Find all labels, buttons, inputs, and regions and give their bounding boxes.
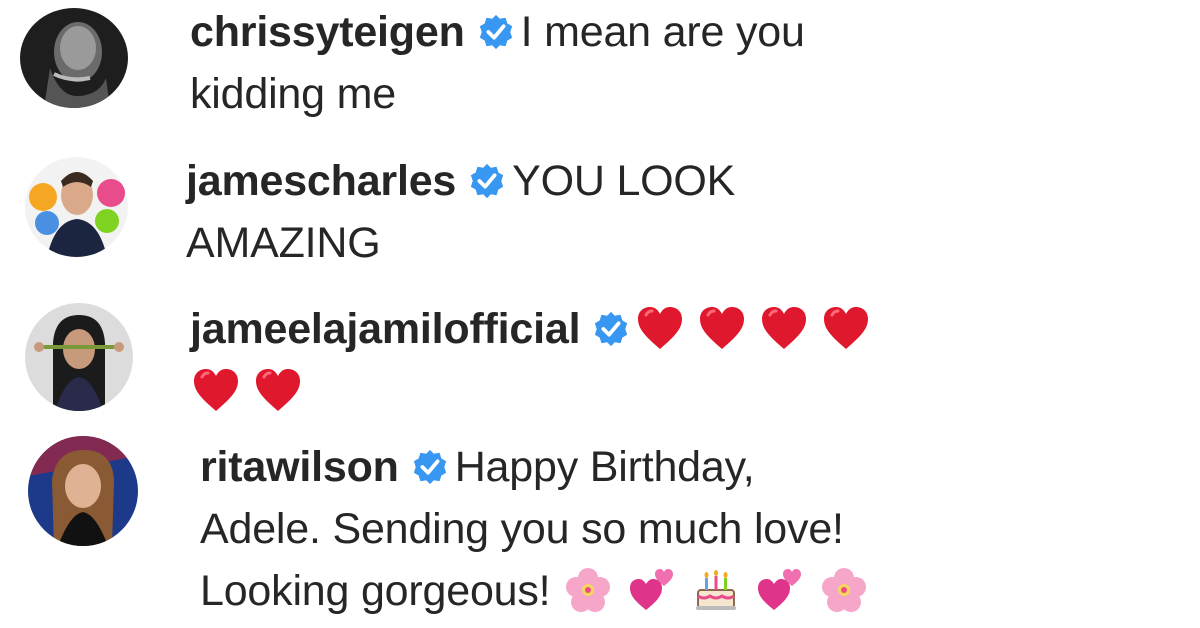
red-heart-icon <box>698 305 746 351</box>
red-heart-icon <box>636 305 684 351</box>
username[interactable]: jameelajamilofficial <box>190 305 581 353</box>
avatar[interactable] <box>25 303 133 411</box>
avatar[interactable] <box>20 8 128 108</box>
birthday-cake-icon <box>692 566 740 614</box>
comment-item: chrissyteigen I mean are you kidding me <box>0 0 1200 130</box>
comment-body-continued: Adele. Sending you so much love! <box>200 505 844 553</box>
username[interactable]: ritawilson <box>200 443 399 491</box>
comment-text: chrissyteigen I mean are you kidding me <box>190 1 1190 125</box>
comment-text: ritawilson Happy Birthday, Adele. Sending… <box>200 436 1190 622</box>
two-hearts-icon <box>756 566 804 614</box>
username[interactable]: jamescharles <box>186 157 456 205</box>
avatar[interactable] <box>25 157 128 257</box>
red-heart-icon <box>254 367 302 413</box>
comment-item: jameelajamilofficial <box>0 295 1200 420</box>
comment-body: YOU LOOK <box>512 157 736 205</box>
avatar-image <box>20 8 128 108</box>
comment-body-continued: AMAZING <box>186 219 381 267</box>
comment-body-continued: Looking gorgeous! <box>200 567 551 615</box>
avatar[interactable] <box>28 436 138 546</box>
verified-badge-icon <box>477 13 515 51</box>
cherry-blossom-icon <box>820 566 868 614</box>
red-heart-icon <box>192 367 240 413</box>
two-hearts-icon <box>628 566 676 614</box>
comment-body: Happy Birthday, <box>454 443 755 491</box>
avatar-image <box>25 157 128 257</box>
comment-item: jamescharles YOU LOOK AMAZING <box>0 150 1200 270</box>
red-heart-icon <box>822 305 870 351</box>
avatar-image <box>28 436 138 546</box>
comment-text: jameelajamilofficial <box>190 298 1190 422</box>
cherry-blossom-icon <box>564 566 612 614</box>
comment-body-continued: kidding me <box>190 70 396 118</box>
verified-badge-icon <box>592 310 630 348</box>
comment-body: I mean are you <box>520 8 805 56</box>
avatar-image <box>25 303 133 411</box>
verified-badge-icon <box>411 448 449 486</box>
username[interactable]: chrissyteigen <box>190 8 465 56</box>
comment-text: jamescharles YOU LOOK AMAZING <box>186 150 1186 274</box>
verified-badge-icon <box>468 162 506 200</box>
red-heart-icon <box>760 305 808 351</box>
comment-item: ritawilson Happy Birthday, Adele. Sending… <box>0 432 1200 628</box>
